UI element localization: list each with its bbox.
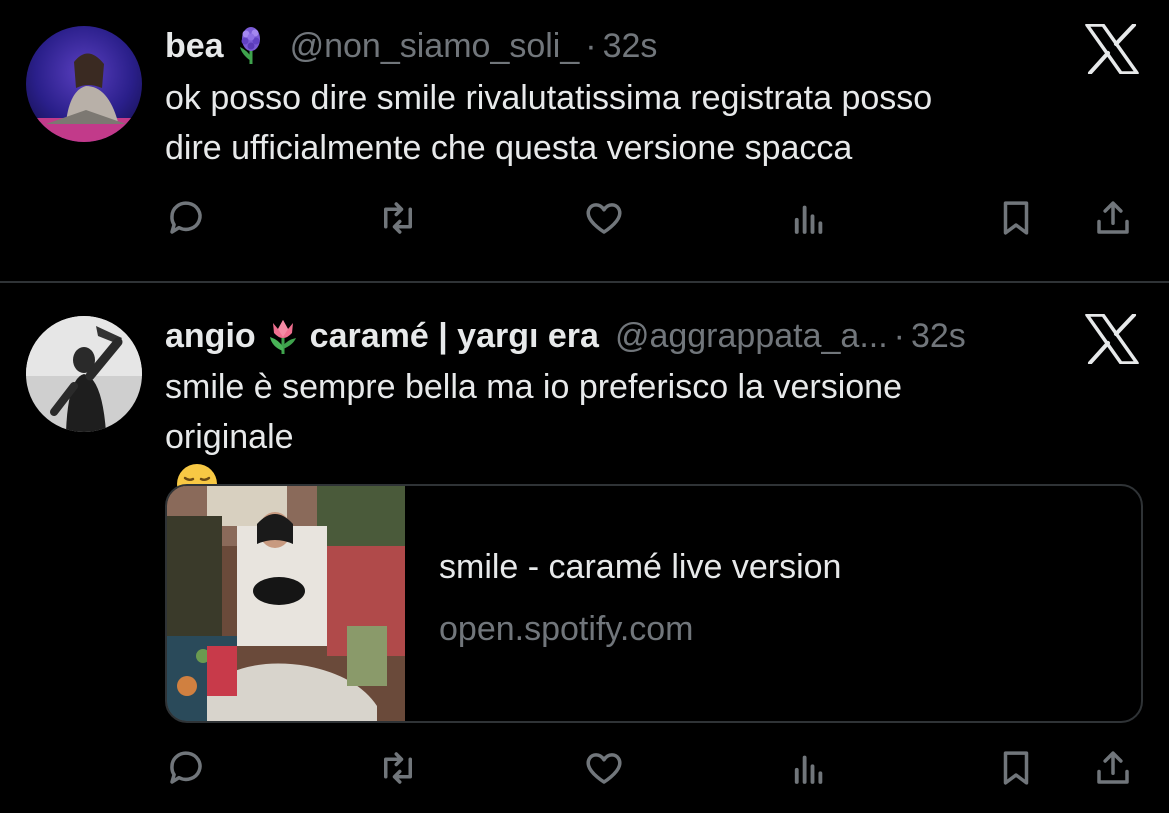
share-button[interactable]: [1085, 740, 1141, 796]
views-button[interactable]: [781, 190, 837, 246]
user-handle[interactable]: @aggrappata_a...: [615, 317, 888, 356]
card-domain[interactable]: open.spotify.com: [439, 610, 694, 649]
timestamp[interactable]: 32s: [603, 27, 658, 66]
views-icon: [794, 755, 823, 784]
like-button[interactable]: [576, 190, 632, 246]
display-name[interactable]: angio: [165, 317, 256, 356]
avatar[interactable]: [26, 316, 142, 432]
tweet-divider: [0, 281, 1169, 283]
reply-button[interactable]: [158, 190, 214, 246]
x-logo-icon: [1085, 23, 1139, 75]
separator-dot: ·: [893, 316, 905, 355]
avatar[interactable]: [26, 26, 142, 142]
reply-icon: [170, 201, 202, 234]
like-button[interactable]: [576, 740, 632, 796]
retweet-icon: [384, 752, 412, 784]
action-bar: [0, 190, 1169, 246]
retweet-button[interactable]: [370, 190, 426, 246]
bookmark-icon: [1003, 751, 1029, 785]
user-handle[interactable]: @non_siamo_soli_: [290, 27, 580, 66]
timestamp[interactable]: 32s: [911, 317, 966, 356]
link-card[interactable]: smile - caramé live version open.spotify…: [165, 484, 1143, 723]
tulip-icon: [266, 317, 300, 355]
separator-dot: ·: [585, 26, 597, 65]
card-title[interactable]: smile - caramé live version: [439, 548, 841, 587]
tweet-header: angio caramé | yargı era @aggrappata_a..…: [165, 314, 966, 358]
tweet-header: bea @non_siamo_soli_ · 32s: [165, 24, 657, 68]
share-icon: [1097, 201, 1129, 234]
tweet-text-line: dire ufficialmente che questa versione s…: [165, 129, 853, 167]
bookmark-button[interactable]: [988, 190, 1044, 246]
tweet[interactable]: angio caramé | yargı era @aggrappata_a..…: [0, 284, 1169, 813]
tweet-text-line: ok posso dire smile rivalutatissima regi…: [165, 79, 933, 117]
like-icon: [586, 753, 622, 784]
album-cover-image: [167, 486, 405, 721]
display-name[interactable]: bea: [165, 27, 224, 66]
action-bar: [0, 740, 1169, 796]
retweet-icon: [384, 202, 412, 234]
views-icon: [794, 205, 823, 234]
reply-button[interactable]: [158, 740, 214, 796]
share-button[interactable]: [1085, 190, 1141, 246]
x-logo-icon: [1085, 313, 1139, 365]
reply-icon: [170, 751, 202, 784]
like-icon: [586, 203, 622, 234]
share-icon: [1097, 751, 1129, 784]
tweet-text: ok posso dire smile rivalutatissima regi…: [165, 73, 1105, 173]
tweet-text-fragment: originale: [165, 418, 294, 456]
tweet[interactable]: bea @non_siamo_soli_ · 32s ok posso dire: [0, 0, 1169, 282]
tweet-text-line: smile è sempre bella ma io preferisco la…: [165, 368, 902, 406]
display-name-suffix[interactable]: caramé | yargı era: [310, 317, 599, 356]
views-button[interactable]: [781, 740, 837, 796]
retweet-button[interactable]: [370, 740, 426, 796]
bookmark-button[interactable]: [988, 740, 1044, 796]
hyacinth-icon: [234, 27, 268, 65]
bookmark-icon: [1003, 201, 1029, 235]
